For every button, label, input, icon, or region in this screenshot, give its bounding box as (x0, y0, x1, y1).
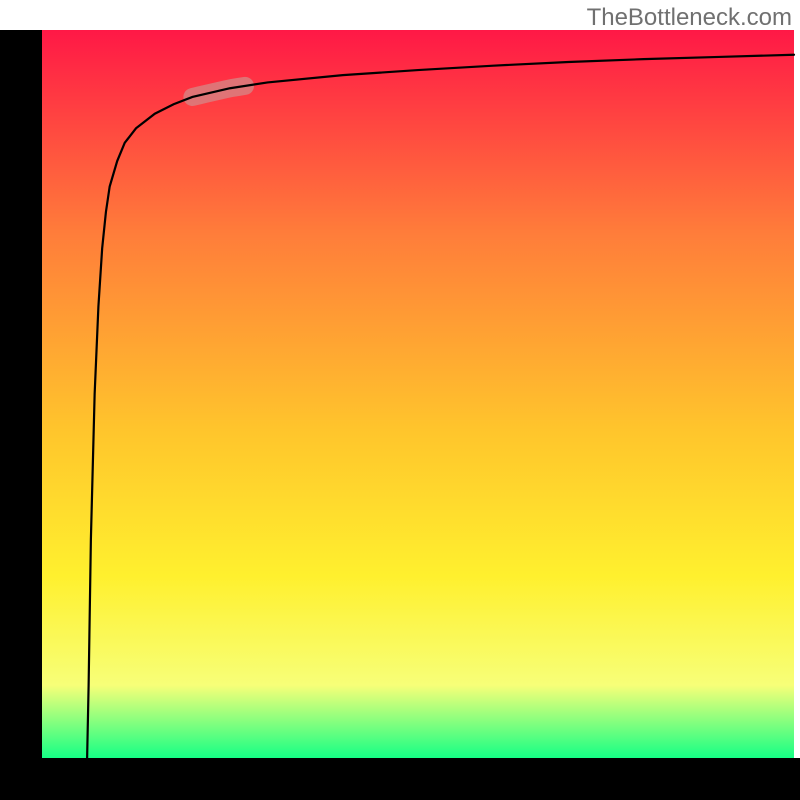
bottleneck-chart (0, 0, 800, 800)
chart-container: TheBottleneck.com (0, 0, 800, 800)
y-axis (0, 30, 42, 800)
plot-background (42, 30, 794, 758)
x-axis (0, 758, 800, 800)
watermark-label: TheBottleneck.com (587, 4, 792, 32)
